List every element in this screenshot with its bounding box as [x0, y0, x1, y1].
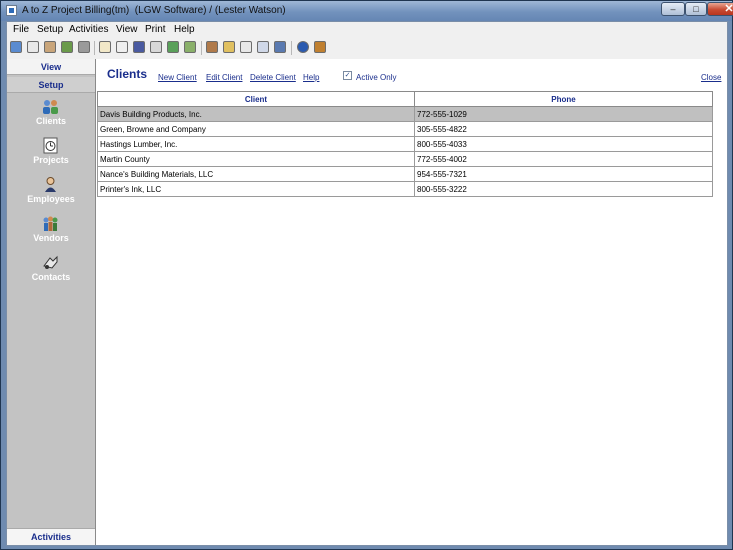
active-only-checkbox[interactable]: ✓: [343, 71, 352, 80]
client-name-cell: Green, Browne and Company: [97, 121, 415, 137]
clients-table: Client Phone Davis Building Products, In…: [97, 91, 713, 197]
report-icon[interactable]: [184, 41, 196, 53]
phone-cell: 772-555-4002: [414, 151, 713, 167]
toolbar-separator: [94, 41, 95, 55]
ledger-icon[interactable]: [167, 41, 179, 53]
menu-setup[interactable]: Setup: [37, 24, 63, 35]
phone-cell: 800-555-4033: [414, 136, 713, 152]
employees-icon: [45, 177, 56, 192]
menu-print[interactable]: Print: [145, 24, 166, 35]
calendar-icon[interactable]: [223, 41, 235, 53]
maximize-button[interactable]: □: [685, 2, 707, 16]
contacts-icon[interactable]: [78, 41, 90, 53]
expense-icon[interactable]: [116, 41, 128, 53]
client-name-cell: Printer's Ink, LLC: [97, 181, 415, 197]
page-title: Clients: [107, 67, 148, 81]
clients-icon: [43, 100, 58, 114]
phone-cell: 772-555-1029: [414, 106, 713, 122]
help-link[interactable]: Help: [303, 73, 319, 82]
close-link[interactable]: Close: [701, 73, 721, 82]
table-row[interactable]: Green, Browne and Company 305-555-4822: [97, 121, 713, 137]
table-row[interactable]: Nance's Building Materials, LLC 954-555-…: [97, 166, 713, 182]
table-row[interactable]: Davis Building Products, Inc. 772-555-10…: [97, 106, 713, 122]
sidebar-item-label: Employees: [27, 194, 75, 204]
window-title: A to Z Project Billing(tm) (LGW Software…: [22, 5, 286, 16]
sidebar: View Setup Clients Projects Employees Ve…: [7, 59, 96, 545]
close-window-button[interactable]: ✕: [707, 2, 733, 16]
help-icon[interactable]: [297, 41, 309, 53]
timesheet-icon[interactable]: [99, 41, 111, 53]
phone-cell: 954-555-7321: [414, 166, 713, 182]
client-name-cell: Hastings Lumber, Inc.: [97, 136, 415, 152]
sidebar-item-label: Vendors: [33, 233, 69, 243]
projects-icon: [43, 137, 58, 154]
column-header-client[interactable]: Client: [97, 91, 415, 107]
sidebar-item-contacts[interactable]: Contacts: [7, 252, 95, 291]
title-bar[interactable]: A to Z Project Billing(tm) (LGW Software…: [1, 1, 733, 21]
sidebar-tab-activities[interactable]: Activities: [7, 528, 95, 545]
sidebar-item-clients[interactable]: Clients: [7, 96, 95, 135]
edit-client-link[interactable]: Edit Client: [206, 73, 242, 82]
menu-view[interactable]: View: [116, 24, 138, 35]
app-icon: [6, 5, 17, 16]
table-row[interactable]: Printer's Ink, LLC 800-555-3222: [97, 181, 713, 197]
contacts-icon: [43, 255, 58, 269]
app-frame: File Setup Activities View Print Help Vi…: [6, 21, 728, 546]
sidebar-item-employees[interactable]: Employees: [7, 174, 95, 213]
toolbar: [7, 38, 727, 60]
notes-icon[interactable]: [240, 41, 252, 53]
column-header-phone[interactable]: Phone: [414, 91, 713, 107]
invoice-icon[interactable]: [133, 41, 145, 53]
main-content: Clients New Client Edit Client Delete Cl…: [96, 59, 727, 545]
minimize-button[interactable]: –: [661, 2, 685, 16]
menu-bar: File Setup Activities View Print Help: [7, 22, 727, 38]
menu-help[interactable]: Help: [174, 24, 195, 35]
client-name-cell: Davis Building Products, Inc.: [97, 106, 415, 122]
table-row[interactable]: Hastings Lumber, Inc. 800-555-4033: [97, 136, 713, 152]
delete-client-link[interactable]: Delete Client: [250, 73, 296, 82]
menu-file[interactable]: File: [13, 24, 29, 35]
employees-icon[interactable]: [44, 41, 56, 53]
new-client-link[interactable]: New Client: [158, 73, 197, 82]
menu-activities[interactable]: Activities: [69, 24, 108, 35]
sidebar-tab-setup[interactable]: Setup: [7, 77, 95, 93]
sidebar-item-label: Clients: [35, 116, 66, 126]
toolbar-separator: [291, 41, 292, 55]
toolbar-separator: [201, 41, 202, 55]
vendors-icon[interactable]: [61, 41, 73, 53]
clients-icon[interactable]: [10, 41, 22, 53]
settings-icon[interactable]: [274, 41, 286, 53]
phone-cell: 305-555-4822: [414, 121, 713, 137]
phone-cell: 800-555-3222: [414, 181, 713, 197]
client-name-cell: Nance's Building Materials, LLC: [97, 166, 415, 182]
client-name-cell: Martin County: [97, 151, 415, 167]
vendors-icon: [43, 216, 58, 231]
home-icon[interactable]: [206, 41, 218, 53]
table-header-row: Client Phone: [97, 91, 713, 107]
documents-icon[interactable]: [257, 41, 269, 53]
table-row[interactable]: Martin County 772-555-4002: [97, 151, 713, 167]
projects-icon[interactable]: [27, 41, 39, 53]
sidebar-item-label: Contacts: [31, 272, 71, 282]
sidebar-tab-view[interactable]: View: [7, 59, 95, 75]
sidebar-item-vendors[interactable]: Vendors: [7, 213, 95, 252]
exit-icon[interactable]: [314, 41, 326, 53]
sidebar-item-projects[interactable]: Projects: [7, 135, 95, 174]
app-window: A to Z Project Billing(tm) (LGW Software…: [0, 0, 733, 550]
sidebar-item-label: Projects: [33, 155, 69, 165]
payment-icon[interactable]: [150, 41, 162, 53]
active-only-label: Active Only: [356, 73, 397, 82]
